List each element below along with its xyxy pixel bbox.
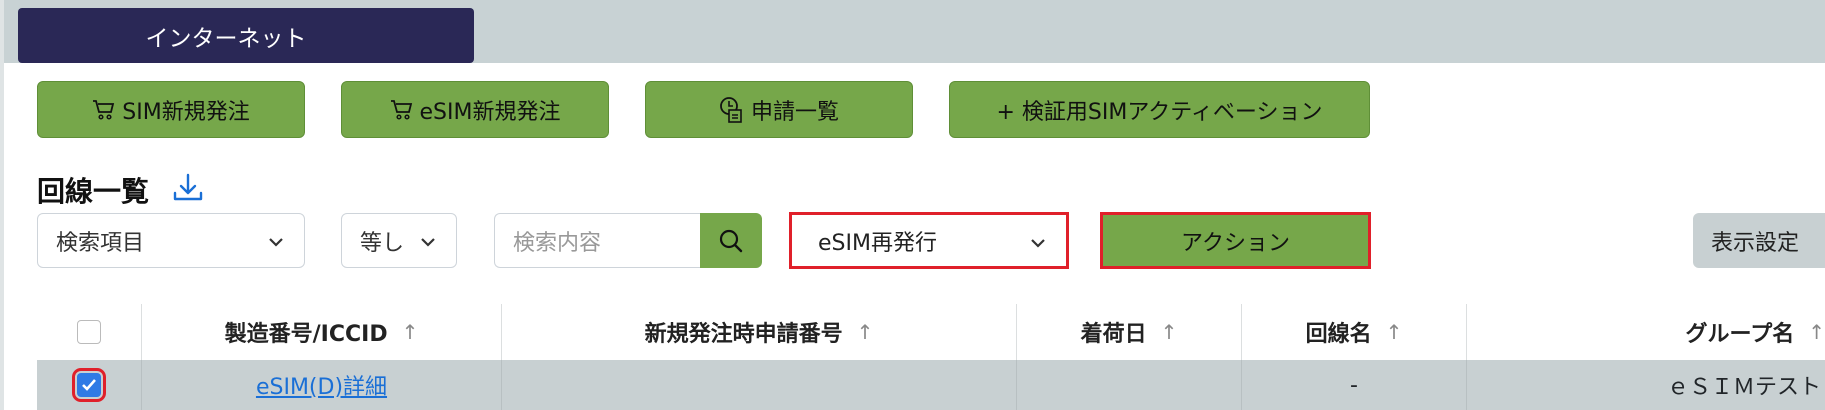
column-group-name-label: グループ名 — [1685, 322, 1795, 347]
column-line-name[interactable]: 回線名 ↑ — [1241, 304, 1466, 360]
column-iccid-label: 製造番号/ICCID — [224, 322, 388, 347]
group-name-value: ｅＳＩＭテスト — [1667, 375, 1822, 400]
search-icon — [719, 229, 743, 252]
display-settings-label: 表示設定 — [1711, 230, 1800, 256]
sort-arrow-icon: ↑ — [1808, 320, 1825, 344]
arrival-date-cell — [1016, 360, 1241, 410]
action-button-label: アクション — [1181, 230, 1290, 256]
clipboard-clock-icon — [720, 96, 742, 123]
column-line-name-label: 回線名 — [1305, 322, 1372, 347]
chevron-down-icon — [421, 238, 435, 247]
action-select[interactable]: eSIM再発行 — [789, 212, 1069, 269]
row-checkbox[interactable] — [72, 368, 106, 402]
column-arrival-date-label: 着荷日 — [1080, 322, 1147, 347]
sim-new-order-button[interactable]: SIM新規発注 — [37, 81, 305, 138]
line-name-value: - — [1350, 372, 1358, 398]
column-order-number[interactable]: 新規発注時申請番号 ↑ — [501, 304, 1016, 360]
chevron-down-icon — [269, 238, 283, 247]
column-iccid[interactable]: 製造番号/ICCID ↑ — [141, 304, 501, 360]
search-placeholder: 検索内容 — [513, 230, 602, 256]
page-title: 回線一覧 — [37, 175, 150, 208]
column-order-number-label: 新規発注時申請番号 — [644, 322, 843, 347]
cart-icon — [93, 99, 115, 120]
verification-sim-activation-button[interactable]: + 検証用SIMアクティベーション — [949, 81, 1370, 138]
select-all-cell — [37, 304, 141, 360]
esim-new-order-label: eSIM新規発注 — [419, 99, 561, 125]
sort-arrow-icon: ↑ — [401, 320, 419, 344]
row-select-cell — [37, 360, 141, 410]
line-name-cell: - — [1241, 360, 1466, 410]
sim-new-order-label: SIM新規発注 — [122, 99, 250, 125]
chevron-down-icon — [1031, 239, 1045, 248]
tab-internet[interactable]: インターネット — [18, 8, 474, 63]
sort-arrow-icon: ↑ — [1385, 320, 1403, 344]
application-list-button[interactable]: 申請一覧 — [645, 81, 913, 138]
search-input[interactable]: 検索内容 — [494, 213, 700, 268]
operator-select[interactable]: 等し — [341, 213, 457, 268]
check-icon — [82, 379, 96, 391]
search-button[interactable] — [700, 213, 762, 268]
search-field-value: 検索項目 — [56, 230, 145, 256]
order-number-cell — [501, 360, 1016, 410]
group-name-cell: ｅＳＩＭテスト — [1466, 360, 1825, 410]
esim-new-order-button[interactable]: eSIM新規発注 — [341, 81, 609, 138]
cart-icon — [390, 99, 412, 120]
operator-value: 等し — [360, 230, 405, 256]
table-header: 製造番号/ICCID ↑ 新規発注時申請番号 ↑ 着荷日 ↑ 回線名 ↑ グループ名 ↑ — [37, 304, 1825, 360]
download-icon[interactable] — [172, 173, 204, 203]
table-row[interactable]: eSIM(D)詳細 - ｅＳＩＭテスト — [37, 360, 1825, 410]
select-all-checkbox[interactable] — [77, 320, 101, 344]
display-settings-button[interactable]: 表示設定 — [1693, 213, 1825, 268]
search-field-select[interactable]: 検索項目 — [37, 213, 305, 268]
action-select-value: eSIM再発行 — [818, 230, 937, 256]
application-list-label: 申請一覧 — [750, 99, 839, 125]
column-arrival-date[interactable]: 着荷日 ↑ — [1016, 304, 1241, 360]
verification-sim-activation-label: + 検証用SIMアクティベーション — [996, 99, 1323, 125]
column-group-name[interactable]: グループ名 ↑ — [1466, 304, 1825, 360]
esim-detail-link[interactable]: eSIM(D)詳細 — [256, 369, 387, 401]
sort-arrow-icon: ↑ — [1160, 320, 1178, 344]
sort-arrow-icon: ↑ — [856, 320, 874, 344]
iccid-cell: eSIM(D)詳細 — [141, 360, 501, 410]
tab-label: インターネット — [145, 25, 307, 52]
action-button[interactable]: アクション — [1100, 212, 1371, 269]
